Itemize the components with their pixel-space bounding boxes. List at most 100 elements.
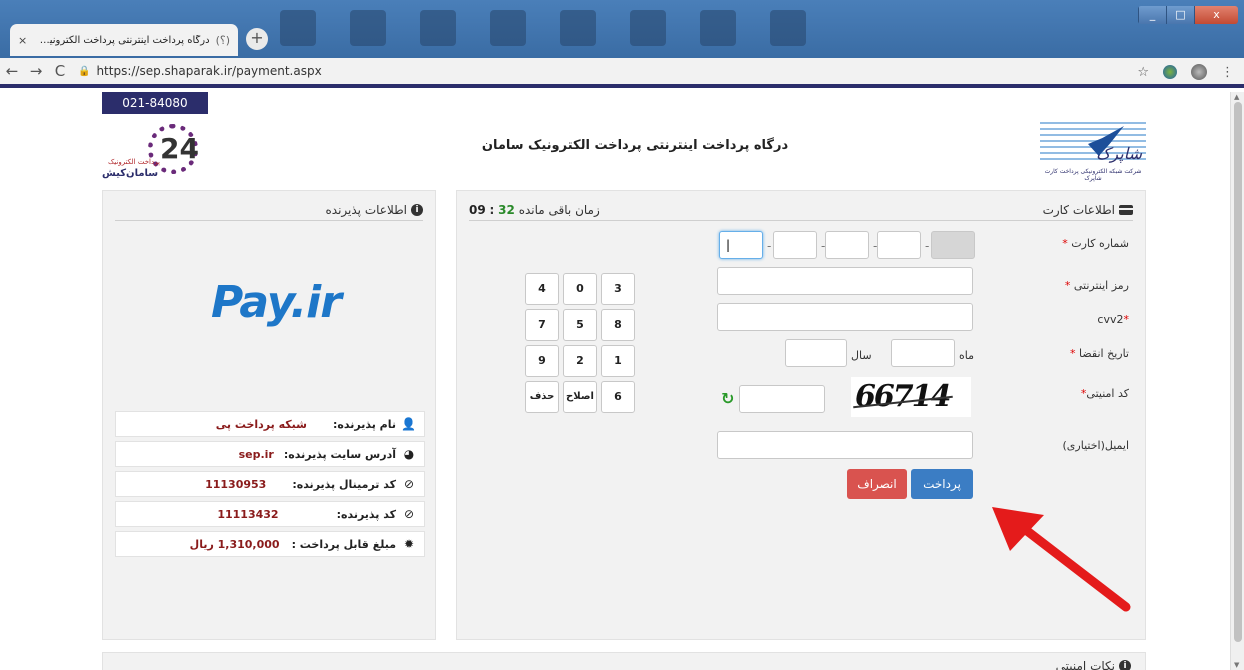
email-label: ایمیل(اختیاری)	[1029, 439, 1129, 452]
reload-icon[interactable]: C	[48, 62, 72, 80]
keypad-key[interactable]: 3	[601, 273, 635, 305]
expiry-year-field[interactable]	[785, 339, 847, 367]
maximize-button[interactable]: □	[1166, 6, 1194, 24]
app-icon	[280, 10, 316, 46]
keypad-key[interactable]: 4	[525, 273, 559, 305]
merchant-name-row: 👤 نام پذیرنده: شبکه پرداخت پی	[115, 411, 425, 437]
cvv2-label: *cvv2	[1029, 313, 1129, 326]
scroll-down-icon[interactable]: ▼	[1234, 661, 1239, 669]
keypad-key[interactable]: 0	[563, 273, 597, 305]
keypad-delete-key[interactable]: حذف	[525, 381, 559, 413]
logo-name: سامان‌کیش	[102, 168, 159, 179]
profile-avatar[interactable]	[1191, 64, 1207, 80]
row-value: sep.ir	[238, 447, 274, 461]
back-icon[interactable]: ←	[0, 62, 24, 80]
separator: -	[767, 239, 772, 253]
timer-seconds: 09	[469, 202, 486, 217]
info-icon: i	[411, 203, 423, 216]
address-bar: ← → C 🔒 https://sep.shaparak.ir/payment.…	[0, 58, 1244, 88]
notes-title-text: نکات امنیتی	[1055, 659, 1115, 670]
keypad-key[interactable]: 8	[601, 309, 635, 341]
minimize-button[interactable]: _	[1138, 6, 1166, 24]
vertical-scrollbar[interactable]: ▲ ▼	[1230, 92, 1244, 670]
card-number-prefix	[931, 231, 975, 259]
password-label: رمز اینترنتی *	[1029, 279, 1129, 292]
tab-close-icon[interactable]: ×	[18, 34, 27, 47]
row-label: کد ترمینال پذیرنده:	[292, 477, 396, 491]
new-tab-button[interactable]: +	[246, 28, 268, 50]
check-circle-icon: ⊘	[403, 477, 415, 491]
card-title-text: اطلاعات کارت	[1042, 202, 1115, 217]
keypad-key[interactable]: 2	[563, 345, 597, 377]
scroll-thumb[interactable]	[1234, 102, 1242, 642]
user-icon: 👤	[401, 417, 416, 431]
card-panel-header: اطلاعات کارت زمان باقی مانده 32 : 09	[469, 199, 1133, 221]
row-label: نام پذیرنده:	[333, 417, 396, 431]
label-text: تاریخ انقضا	[1079, 347, 1129, 360]
timer-separator: :	[489, 202, 495, 217]
label-text: رمز اینترنتی	[1073, 279, 1129, 292]
notes-title: i نکات امنیتی	[1056, 659, 1131, 670]
merchant-site-row: ◕ آدرس سایت پذیرنده: sep.ir	[115, 441, 425, 467]
page-title: درگاه پرداخت اینترنتی پرداخت الکترونیک س…	[481, 138, 789, 153]
keypad-key[interactable]: 9	[525, 345, 559, 377]
row-label: مبلغ قابل پرداخت :	[291, 537, 396, 551]
captcha-text: 66714	[855, 379, 951, 414]
timer-label: زمان باقی مانده	[518, 202, 600, 217]
label-text: ایمیل(اختیاری)	[1062, 439, 1129, 452]
card-number-part-1[interactable]	[719, 231, 763, 259]
merchant-title-text: اطلاعات پذیرنده	[325, 202, 408, 217]
refresh-captcha-icon[interactable]: ↻	[721, 389, 734, 408]
captcha-input[interactable]	[739, 385, 825, 413]
card-title: اطلاعات کارت	[1043, 203, 1133, 217]
pay-button[interactable]: پرداخت	[911, 469, 973, 499]
forward-icon[interactable]: →	[24, 62, 48, 80]
card-number-label: شماره کارت *	[1029, 237, 1129, 250]
bookmark-star-icon[interactable]: ☆	[1137, 65, 1149, 80]
scroll-up-icon[interactable]: ▲	[1234, 93, 1239, 101]
cancel-button[interactable]: انصراف	[847, 469, 907, 499]
amount-row: ✹ مبلغ قابل پرداخت : 1,310,000 ریال	[115, 531, 425, 557]
keypad-key[interactable]: 7	[525, 309, 559, 341]
keypad-key[interactable]: 6	[601, 381, 635, 413]
app-icon	[490, 10, 526, 46]
globe-icon: ◕	[403, 447, 415, 461]
url-field[interactable]: 🔒 https://sep.shaparak.ir/payment.aspx	[78, 64, 322, 78]
row-value: شبکه پرداخت پی	[215, 417, 307, 431]
app-icon	[420, 10, 456, 46]
logo-caption: پرداخت الکترونیک	[108, 158, 160, 166]
tab-title: درگاه پرداخت اینترنتی پرداخت الکترونیک س…	[33, 34, 210, 46]
card-number-part-4[interactable]	[877, 231, 921, 259]
separator: -	[925, 239, 930, 253]
toolbar-right: ☆ ⋮	[1137, 64, 1234, 80]
card-number-part-2[interactable]	[773, 231, 817, 259]
expiry-month-field[interactable]	[891, 339, 955, 367]
menu-icon[interactable]: ⋮	[1221, 65, 1234, 80]
terminal-code-row: ⊘ کد ترمینال پذیرنده: 11130953	[115, 471, 425, 497]
required-mark: *	[1123, 313, 1130, 326]
required-mark: *	[1070, 347, 1076, 360]
merchant-panel-header: i اطلاعات پذیرنده	[115, 199, 423, 221]
row-label: کد پذیرنده:	[336, 507, 396, 521]
browser-tab[interactable]: (؟) درگاه پرداخت اینترنتی پرداخت الکترون…	[10, 24, 238, 56]
shaparak-logo: شاپرک شرکت شبکه الکترونیکی پرداخت کارت ش…	[1040, 118, 1146, 184]
cvv2-field[interactable]	[717, 303, 973, 331]
timer-minutes: 32	[498, 202, 515, 217]
month-label: ماه	[959, 349, 975, 362]
app-icon	[700, 10, 736, 46]
captcha-image: 66714	[851, 377, 971, 417]
app-icon	[770, 10, 806, 46]
card-number-part-3[interactable]	[825, 231, 869, 259]
extension-icon[interactable]	[1163, 65, 1177, 79]
internet-password-field[interactable]	[717, 267, 973, 295]
app-icon	[560, 10, 596, 46]
email-field[interactable]	[717, 431, 973, 459]
lock-icon: 🔒	[78, 65, 91, 77]
info-icon: i	[1119, 660, 1131, 670]
keypad-correct-key[interactable]: اصلاح	[563, 381, 597, 413]
row-label: آدرس سایت پذیرنده:	[283, 447, 396, 461]
keypad-key[interactable]: 1	[601, 345, 635, 377]
logo-caption: شرکت شبکه الکترونیکی پرداخت کارت شاپرک	[1044, 168, 1142, 182]
keypad-key[interactable]: 5	[563, 309, 597, 341]
close-window-button[interactable]: x	[1194, 6, 1238, 24]
